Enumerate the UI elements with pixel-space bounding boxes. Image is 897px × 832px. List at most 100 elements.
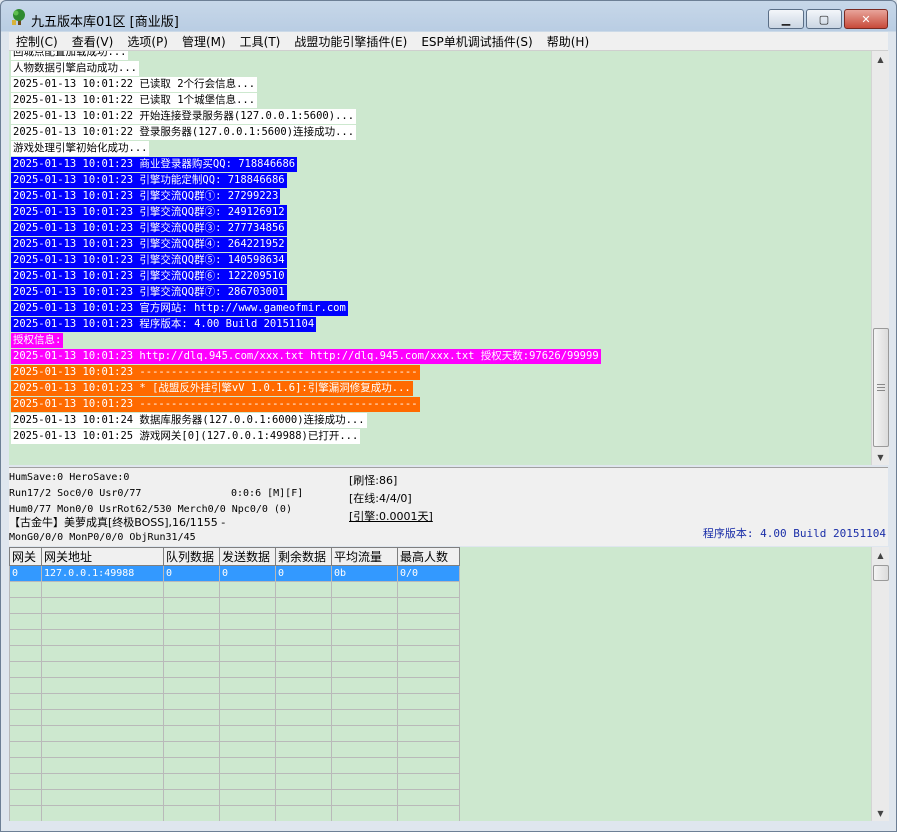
log-panel[interactable]: 回城点配置加载成功... 人物数据引擎启动成功... 2025-01-13 10:0… xyxy=(9,51,871,465)
table-cell xyxy=(9,709,42,726)
grid-scroll-up-icon[interactable]: ▲ xyxy=(872,547,889,563)
table-cell xyxy=(9,725,42,742)
table-cell xyxy=(219,805,276,821)
table-cell xyxy=(9,581,42,598)
table-cell xyxy=(331,757,398,774)
log-line: 2025-01-13 10:01:23 引擎功能定制QQ: 718846686 xyxy=(11,173,287,188)
table-cell xyxy=(41,581,164,598)
column-header[interactable]: 发送数据 xyxy=(219,547,276,566)
table-cell xyxy=(41,789,164,806)
table-cell xyxy=(219,677,276,694)
column-header[interactable]: 平均流量 xyxy=(331,547,398,566)
log-line: 游戏处理引擎初始化成功... xyxy=(11,141,150,156)
column-header[interactable]: 最高人数 xyxy=(397,547,460,566)
log-line: 2025-01-13 10:01:23 --------------------… xyxy=(11,365,420,380)
log-line: 2025-01-13 10:01:23 引擎交流QQ群⑤: 140598634 xyxy=(11,253,287,268)
menu-item[interactable]: 选项(P) xyxy=(120,33,175,50)
table-cell xyxy=(41,709,164,726)
table-cell xyxy=(41,677,164,694)
table-cell xyxy=(219,725,276,742)
table-cell xyxy=(275,597,332,614)
table-cell xyxy=(397,613,460,630)
log-line: 人物数据引擎启动成功... xyxy=(11,61,139,76)
log-line: 2025-01-13 10:01:23 商业登录器购买QQ: 718846686 xyxy=(11,157,298,172)
log-line: 授权信息: xyxy=(11,333,64,348)
table-cell xyxy=(331,613,398,630)
table-cell xyxy=(397,597,460,614)
hum-status: Hum0/77 Mon0/0 UsrRot62/530 Merch0/0 Npc… xyxy=(9,504,292,515)
menu-item[interactable]: 帮助(H) xyxy=(540,33,596,50)
menu-item[interactable]: ESP单机调试插件(S) xyxy=(414,33,539,50)
grid-scroll-down-icon[interactable]: ▼ xyxy=(872,805,889,821)
table-cell xyxy=(219,629,276,646)
title-bar[interactable]: 九五版本库01区 [商业版] ▁ ▢ ✕ xyxy=(1,1,896,33)
program-version: 程序版本: 4.00 Build 20151104 xyxy=(702,527,886,540)
online-count: [在线:4/4/0] xyxy=(349,492,412,505)
table-cell xyxy=(397,629,460,646)
table-cell: 0/0 xyxy=(397,565,460,582)
table-cell xyxy=(275,773,332,790)
menu-item[interactable]: 控制(C) xyxy=(9,33,65,50)
table-row[interactable]: 0 127.0.0.1:49988 0 0 0 0b 0/0 xyxy=(9,565,460,582)
table-cell xyxy=(275,645,332,662)
save-status: HumSave:0 HeroSave:0 xyxy=(9,472,130,483)
table-cell: 0 xyxy=(9,565,42,582)
table-cell xyxy=(163,773,220,790)
column-header[interactable]: 剩余数据 xyxy=(275,547,332,566)
minimize-button[interactable]: ▁ xyxy=(768,9,804,29)
menu-item[interactable]: 管理(M) xyxy=(175,33,233,50)
table-cell xyxy=(275,661,332,678)
table-cell xyxy=(163,677,220,694)
menu-item[interactable]: 查看(V) xyxy=(65,33,121,50)
table-cell xyxy=(163,581,220,598)
grid-scroll-thumb[interactable] xyxy=(873,565,889,581)
table-cell xyxy=(163,709,220,726)
table-cell xyxy=(41,805,164,821)
log-line: 2025-01-13 10:01:23 引擎交流QQ群③: 277734856 xyxy=(11,221,287,236)
table-row xyxy=(9,645,460,662)
table-cell xyxy=(163,613,220,630)
table-cell xyxy=(9,773,42,790)
table-cell: 0 xyxy=(275,565,332,582)
menu-item[interactable]: 工具(T) xyxy=(233,33,288,50)
grid-scrollbar[interactable]: ▲ ▼ xyxy=(871,547,889,821)
log-scrollbar[interactable]: ▲ ▼ xyxy=(871,51,889,465)
maximize-button[interactable]: ▢ xyxy=(806,9,842,29)
table-cell xyxy=(9,805,42,821)
log-line: 2025-01-13 10:01:22 开始连接登录服务器(127.0.0.1:… xyxy=(11,109,357,124)
engine-days[interactable]: [引擎:0.0001天] xyxy=(349,510,433,523)
log-scroll-thumb[interactable] xyxy=(873,328,889,447)
table-row xyxy=(9,757,460,774)
column-header[interactable]: 网关 xyxy=(9,547,42,566)
menu-item[interactable]: 战盟功能引擎插件(E) xyxy=(287,33,414,50)
log-line: 2025-01-13 10:01:23 引擎交流QQ群④: 264221952 xyxy=(11,237,287,252)
table-cell xyxy=(9,789,42,806)
column-header[interactable]: 网关地址 xyxy=(41,547,164,566)
table-cell xyxy=(397,789,460,806)
close-button[interactable]: ✕ xyxy=(844,9,888,29)
minimize-icon: ▁ xyxy=(781,12,791,26)
table-cell xyxy=(331,725,398,742)
table-row xyxy=(9,741,460,758)
table-cell xyxy=(9,741,42,758)
table-cell xyxy=(397,645,460,662)
table-cell xyxy=(397,709,460,726)
table-row xyxy=(9,709,460,726)
column-header[interactable]: 队列数据 xyxy=(163,547,220,566)
log-line: 2025-01-13 10:01:23 官方网站: http://www.gam… xyxy=(11,301,348,316)
table-cell xyxy=(219,773,276,790)
table-row xyxy=(9,597,460,614)
maximize-icon: ▢ xyxy=(818,12,830,26)
table-cell xyxy=(163,661,220,678)
table-row xyxy=(9,773,460,790)
table-cell xyxy=(163,757,220,774)
log-line: 2025-01-13 10:01:23 引擎交流QQ群②: 249126912 xyxy=(11,205,287,220)
table-cell xyxy=(275,725,332,742)
table-cell xyxy=(41,693,164,710)
log-line: 2025-01-13 10:01:24 数据库服务器(127.0.0.1:600… xyxy=(11,413,367,428)
status-panel: HumSave:0 HeroSave:0 Run17/2 Soc0/0 Usr0… xyxy=(9,467,888,546)
scroll-down-icon[interactable]: ▼ xyxy=(872,449,889,465)
table-cell xyxy=(41,629,164,646)
log-line: 2025-01-13 10:01:23 * [战盟反外挂引擎vV 1.0.1.6… xyxy=(11,381,413,396)
scroll-up-icon[interactable]: ▲ xyxy=(872,51,889,67)
